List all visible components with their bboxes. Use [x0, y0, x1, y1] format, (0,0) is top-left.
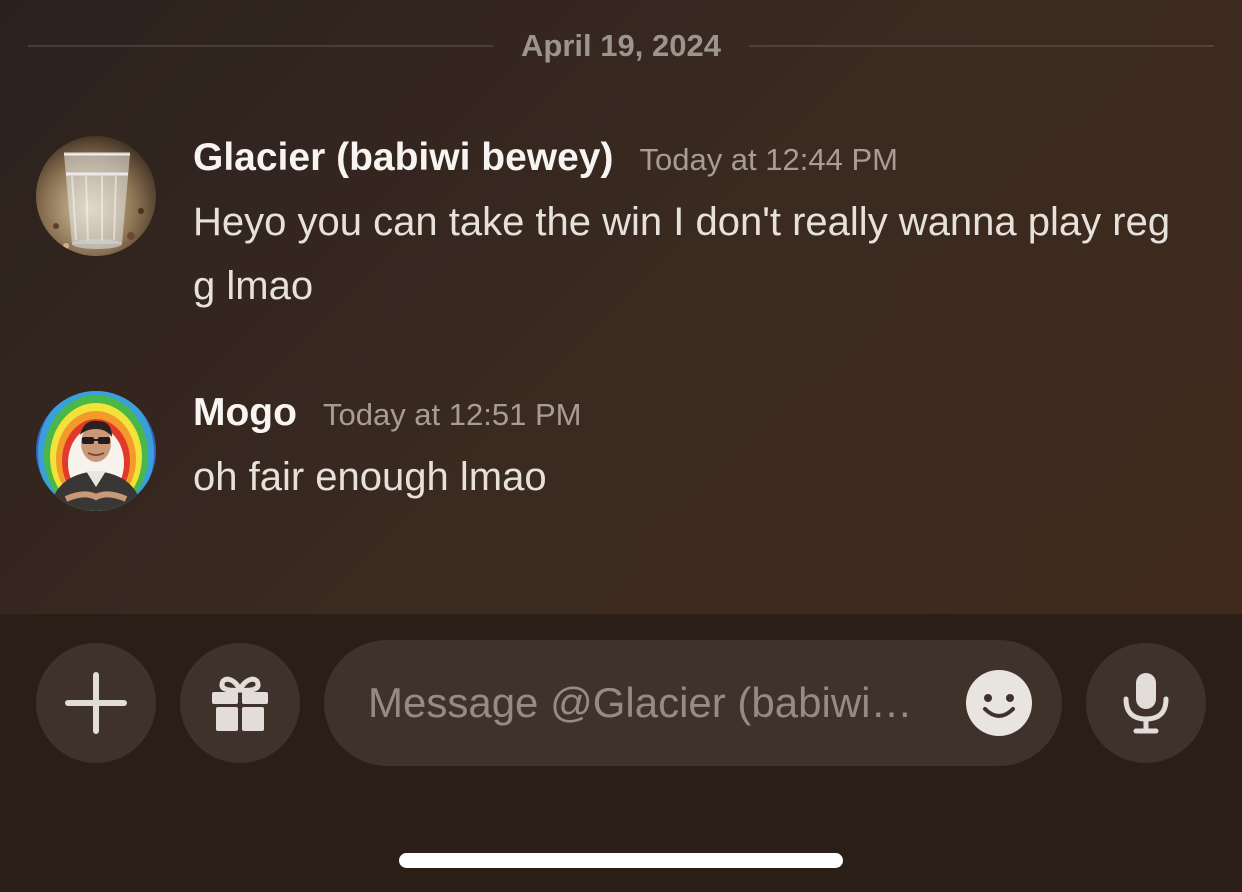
gift-button[interactable] — [180, 643, 300, 763]
chat-area: April 19, 2024 Glacier (babiwi bewey) To… — [0, 0, 1242, 614]
username[interactable]: Mogo — [193, 391, 297, 435]
glass-of-water-photo-icon — [36, 136, 156, 256]
message-text: oh fair enough lmao — [193, 455, 547, 499]
username[interactable]: Glacier (babiwi bewey) — [193, 136, 613, 180]
message-input-placeholder: Message @Glacier (babiwi… — [368, 679, 913, 726]
timestamp: Today at 12:44 PM — [639, 142, 898, 177]
message-input[interactable]: Message @Glacier (babiwi… — [324, 640, 1062, 766]
plus-icon — [65, 672, 127, 734]
timestamp: Today at 12:51 PM — [322, 397, 582, 432]
divider-line-right — [748, 45, 1214, 47]
home-indicator[interactable] — [399, 853, 843, 868]
date-divider: April 19, 2024 — [28, 24, 1214, 68]
message-text: Heyo you can take the win I don't really… — [193, 200, 1171, 308]
voice-message-button[interactable] — [1086, 643, 1206, 763]
gift-icon — [212, 676, 268, 731]
message-item[interactable]: Glacier (babiwi bewey) Today at 12:44 PM… — [36, 136, 1216, 336]
message-item[interactable]: Mogo Today at 12:51 PM oh fair enough lm… — [36, 391, 1216, 521]
avatar-glacier[interactable] — [36, 136, 156, 256]
date-label: April 19, 2024 — [521, 28, 721, 63]
message-header: Glacier (babiwi bewey) Today at 12:44 PM — [193, 136, 1203, 186]
add-attachment-button[interactable] — [36, 643, 156, 763]
microphone-icon — [1123, 673, 1169, 734]
message-content: Glacier (babiwi bewey) Today at 12:44 PM… — [193, 136, 1203, 318]
message-content: Mogo Today at 12:51 PM oh fair enough lm… — [193, 391, 1203, 509]
divider-line-left — [28, 45, 494, 47]
smiley-icon — [966, 670, 1032, 736]
emoji-button[interactable] — [965, 669, 1033, 737]
message-composer: Message @Glacier (babiwi… — [0, 614, 1242, 892]
avatar-mogo[interactable] — [36, 391, 156, 511]
message-header: Mogo Today at 12:51 PM — [193, 391, 1203, 441]
person-rainbow-outline-photo-icon — [36, 391, 156, 511]
